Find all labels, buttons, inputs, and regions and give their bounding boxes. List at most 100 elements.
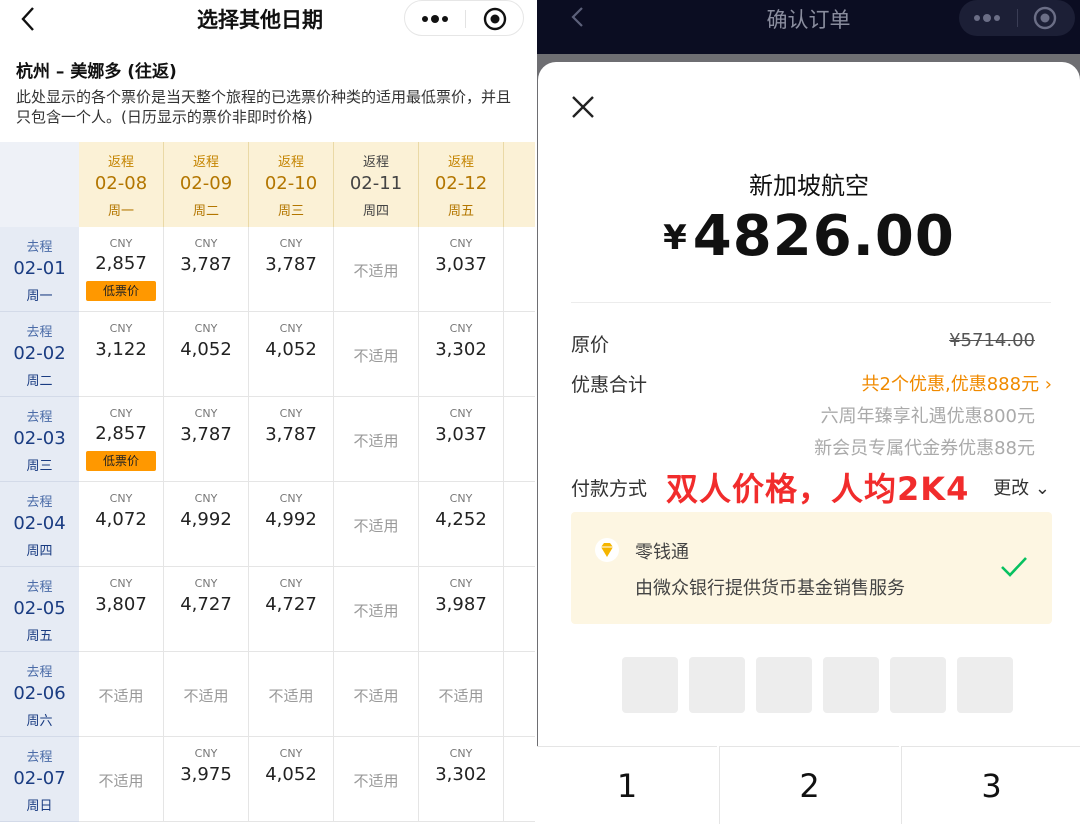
depart-date-row-header[interactable]: 去程 02-05 周五 — [0, 567, 79, 652]
fare-cell[interactable]: CNY 2,857 低票价 — [79, 397, 164, 482]
currency-label: CNY — [109, 492, 133, 505]
fare-price: 3,807 — [95, 594, 147, 615]
fare-price: 3,975 — [180, 764, 232, 785]
return-label: 返程 — [362, 155, 389, 170]
more-icon[interactable] — [973, 12, 1001, 24]
fare-cell[interactable]: CNY 3,987 — [419, 567, 504, 652]
password-digit-box[interactable] — [823, 657, 879, 713]
depart-date-row-header[interactable]: 去程 02-01 周一 — [0, 227, 79, 312]
fare-cell[interactable]: CNY 3,787 — [249, 227, 334, 312]
fare-cell[interactable]: CNY 3,037 — [419, 227, 504, 312]
fare-cell: 不适用 — [79, 737, 164, 822]
fare-cell[interactable]: CNY 4,992 — [164, 482, 249, 567]
fare-cell[interactable]: CNY 3,787 — [249, 397, 334, 482]
fare-cell[interactable]: CNY 3,787 — [164, 397, 249, 482]
fare-cell[interactable]: CNY 3 — [504, 397, 535, 482]
password-digit-box[interactable] — [890, 657, 946, 713]
fare-cell[interactable]: CNY 4,727 — [164, 567, 249, 652]
fare-cell[interactable]: CNY 3,807 — [79, 567, 164, 652]
return-date-header: 返程 02-08 周一 返程 02-09 周二 返程 02-10 周三 返程 02-11 周四 返程 02… — [79, 142, 535, 227]
return-date-column[interactable]: 返程 02-09 周二 — [164, 142, 249, 227]
fare-cell[interactable]: CNY 4,252 — [419, 482, 504, 567]
fare-cell[interactable]: CNY 3 — [504, 227, 535, 312]
fare-price: 3,302 — [435, 339, 487, 360]
depart-weekday: 周二 — [26, 374, 53, 389]
return-label: 返程 — [192, 155, 219, 170]
password-digit-box[interactable] — [756, 657, 812, 713]
payment-option-lingqiantong[interactable]: 零钱通 由微众银行提供货币基金销售服务 — [571, 512, 1052, 624]
nav-bar: 选择其他日期 — [0, 0, 535, 40]
return-label: 返程 — [107, 155, 134, 170]
close-icon[interactable] — [570, 94, 596, 120]
return-date: 02-09 — [179, 173, 233, 194]
return-date-column[interactable]: 返程 02-11 周四 — [334, 142, 419, 227]
password-digit-box[interactable] — [957, 657, 1013, 713]
fare-cell[interactable]: CNY 3,302 — [419, 312, 504, 397]
not-applicable-text: 不适用 — [353, 602, 399, 620]
merchant-name: 新加坡航空 — [749, 172, 869, 200]
fare-cell: 不适用 — [249, 652, 334, 737]
depart-weekday: 周三 — [26, 459, 53, 474]
discount-item: 六周年臻享礼遇优惠800元 — [820, 406, 1035, 427]
return-label: 返 — [504, 151, 535, 170]
payment-amount: ¥4826.00 — [538, 204, 1080, 269]
fare-cell[interactable]: CNY 3 — [504, 737, 535, 822]
password-digit-box[interactable] — [689, 657, 745, 713]
target-icon[interactable] — [483, 7, 507, 31]
depart-date-row-header[interactable]: 去程 02-06 周六 — [0, 652, 79, 737]
fare-cell[interactable]: CNY 4,072 — [79, 482, 164, 567]
fare-cell[interactable]: CNY 3,787 — [164, 227, 249, 312]
fare-price: 4,992 — [180, 509, 232, 530]
more-icon[interactable] — [421, 13, 449, 25]
depart-date: 02-05 — [13, 598, 66, 619]
return-date-column[interactable]: 返程 02-10 周三 — [249, 142, 334, 227]
return-weekday: 周五 — [447, 204, 474, 219]
currency-label: CNY — [449, 577, 473, 590]
fare-cell[interactable]: CNY 4,052 — [249, 737, 334, 822]
depart-date-row-header[interactable]: 去程 02-03 周三 — [0, 397, 79, 482]
table-corner — [0, 142, 79, 227]
fare-cell[interactable]: CNY 4,052 — [249, 312, 334, 397]
fare-cell[interactable]: CNY 4,727 — [249, 567, 334, 652]
change-payment-button[interactable]: 更改 ⌄ — [993, 474, 1050, 500]
fare-cell[interactable]: CNY 4,992 — [249, 482, 334, 567]
fare-cell[interactable]: CNY 3,302 — [419, 737, 504, 822]
depart-date-row-header[interactable]: 去程 02-04 周四 — [0, 482, 79, 567]
keypad-key-2[interactable]: 2 — [719, 746, 899, 824]
fare-cell: 不适用 — [419, 652, 504, 737]
return-date: 02-10 — [264, 173, 318, 194]
fare-cell[interactable]: CNY 4 — [504, 482, 535, 567]
fare-price: 4 — [504, 509, 535, 530]
fare-cell[interactable]: CNY 3,975 — [164, 737, 249, 822]
return-date-column[interactable]: 返程 02-12 周五 — [419, 142, 504, 227]
fare-cell[interactable]: CNY 3,037 — [419, 397, 504, 482]
currency-label: CNY — [449, 322, 473, 335]
fare-cell[interactable]: CNY 2,857 低票价 — [79, 227, 164, 312]
currency-label: CNY — [449, 747, 473, 760]
currency-label: CNY — [109, 237, 133, 250]
depart-date-row-header[interactable]: 去程 02-07 周日 — [0, 737, 79, 822]
return-date-column[interactable]: 返 02 周 — [504, 142, 536, 227]
fare-price: 3 — [504, 764, 535, 785]
fare-price: 4,992 — [265, 509, 317, 530]
fare-cell: 不适用 — [334, 482, 419, 567]
currency-label: CNY — [279, 407, 303, 420]
discount-summary-link[interactable]: 共2个优惠,优惠888元 › — [862, 370, 1052, 396]
fare-cell[interactable]: CNY 4 — [504, 567, 535, 652]
fare-price: 3,787 — [265, 254, 317, 275]
divider — [571, 302, 1051, 303]
fare-cell[interactable]: CNY 4,052 — [164, 312, 249, 397]
keypad-key-1[interactable]: 1 — [537, 746, 717, 824]
fare-cell[interactable]: CNY 3,122 — [79, 312, 164, 397]
password-digit-box[interactable] — [622, 657, 678, 713]
not-applicable-text: 不适用 — [183, 687, 229, 705]
fare-price: 3 — [504, 339, 535, 360]
fare-price: 3,787 — [265, 424, 317, 445]
depart-date-row-header[interactable]: 去程 02-02 周二 — [0, 312, 79, 397]
fare-cell[interactable]: CNY 3 — [504, 312, 535, 397]
currency-label: CNY — [194, 747, 218, 760]
return-date-column[interactable]: 返程 02-08 周一 — [79, 142, 164, 227]
keypad-key-3[interactable]: 3 — [901, 746, 1080, 824]
target-icon[interactable] — [1033, 6, 1057, 30]
fare-price: 3,787 — [180, 424, 232, 445]
